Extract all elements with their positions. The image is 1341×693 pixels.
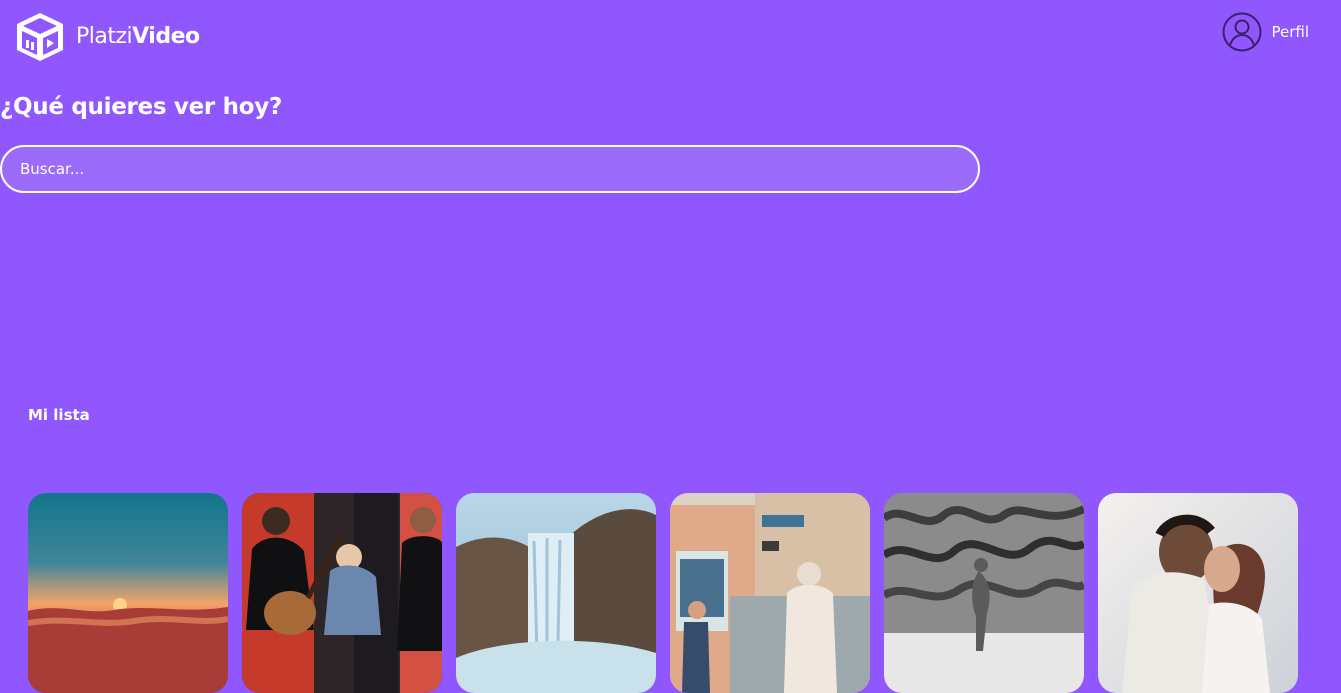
logo-text: PlatziVideo [76,24,200,49]
sunset-sea-thumbnail [28,493,228,693]
carousel-item[interactable] [670,493,870,693]
my-list-carousel [28,493,1298,693]
carousel-item[interactable] [884,493,1084,693]
profile-label: Perfil [1271,23,1309,41]
underwater-swimmer-thumbnail [884,493,1084,693]
profile-button[interactable]: Perfil [1222,12,1309,52]
user-circle-icon [1222,12,1262,52]
my-list-title: Mi lista [28,406,90,424]
logo-cube-icon [17,13,63,61]
carousel-item[interactable] [28,493,228,693]
carousel-item[interactable] [456,493,656,693]
carousel-item[interactable] [1098,493,1298,693]
top-header: PlatziVideo Perfil [0,0,1341,75]
carousel-item[interactable] [242,493,442,693]
waterfall-thumbnail [456,493,656,693]
platzi-video-logo[interactable]: PlatziVideo [12,10,200,64]
page-title: ¿Qué quieres ver hoy? [0,94,282,120]
city-street-officer-thumbnail [670,493,870,693]
band-with-guitar-thumbnail [242,493,442,693]
search-input[interactable] [0,145,980,193]
couple-embrace-thumbnail [1098,493,1298,693]
